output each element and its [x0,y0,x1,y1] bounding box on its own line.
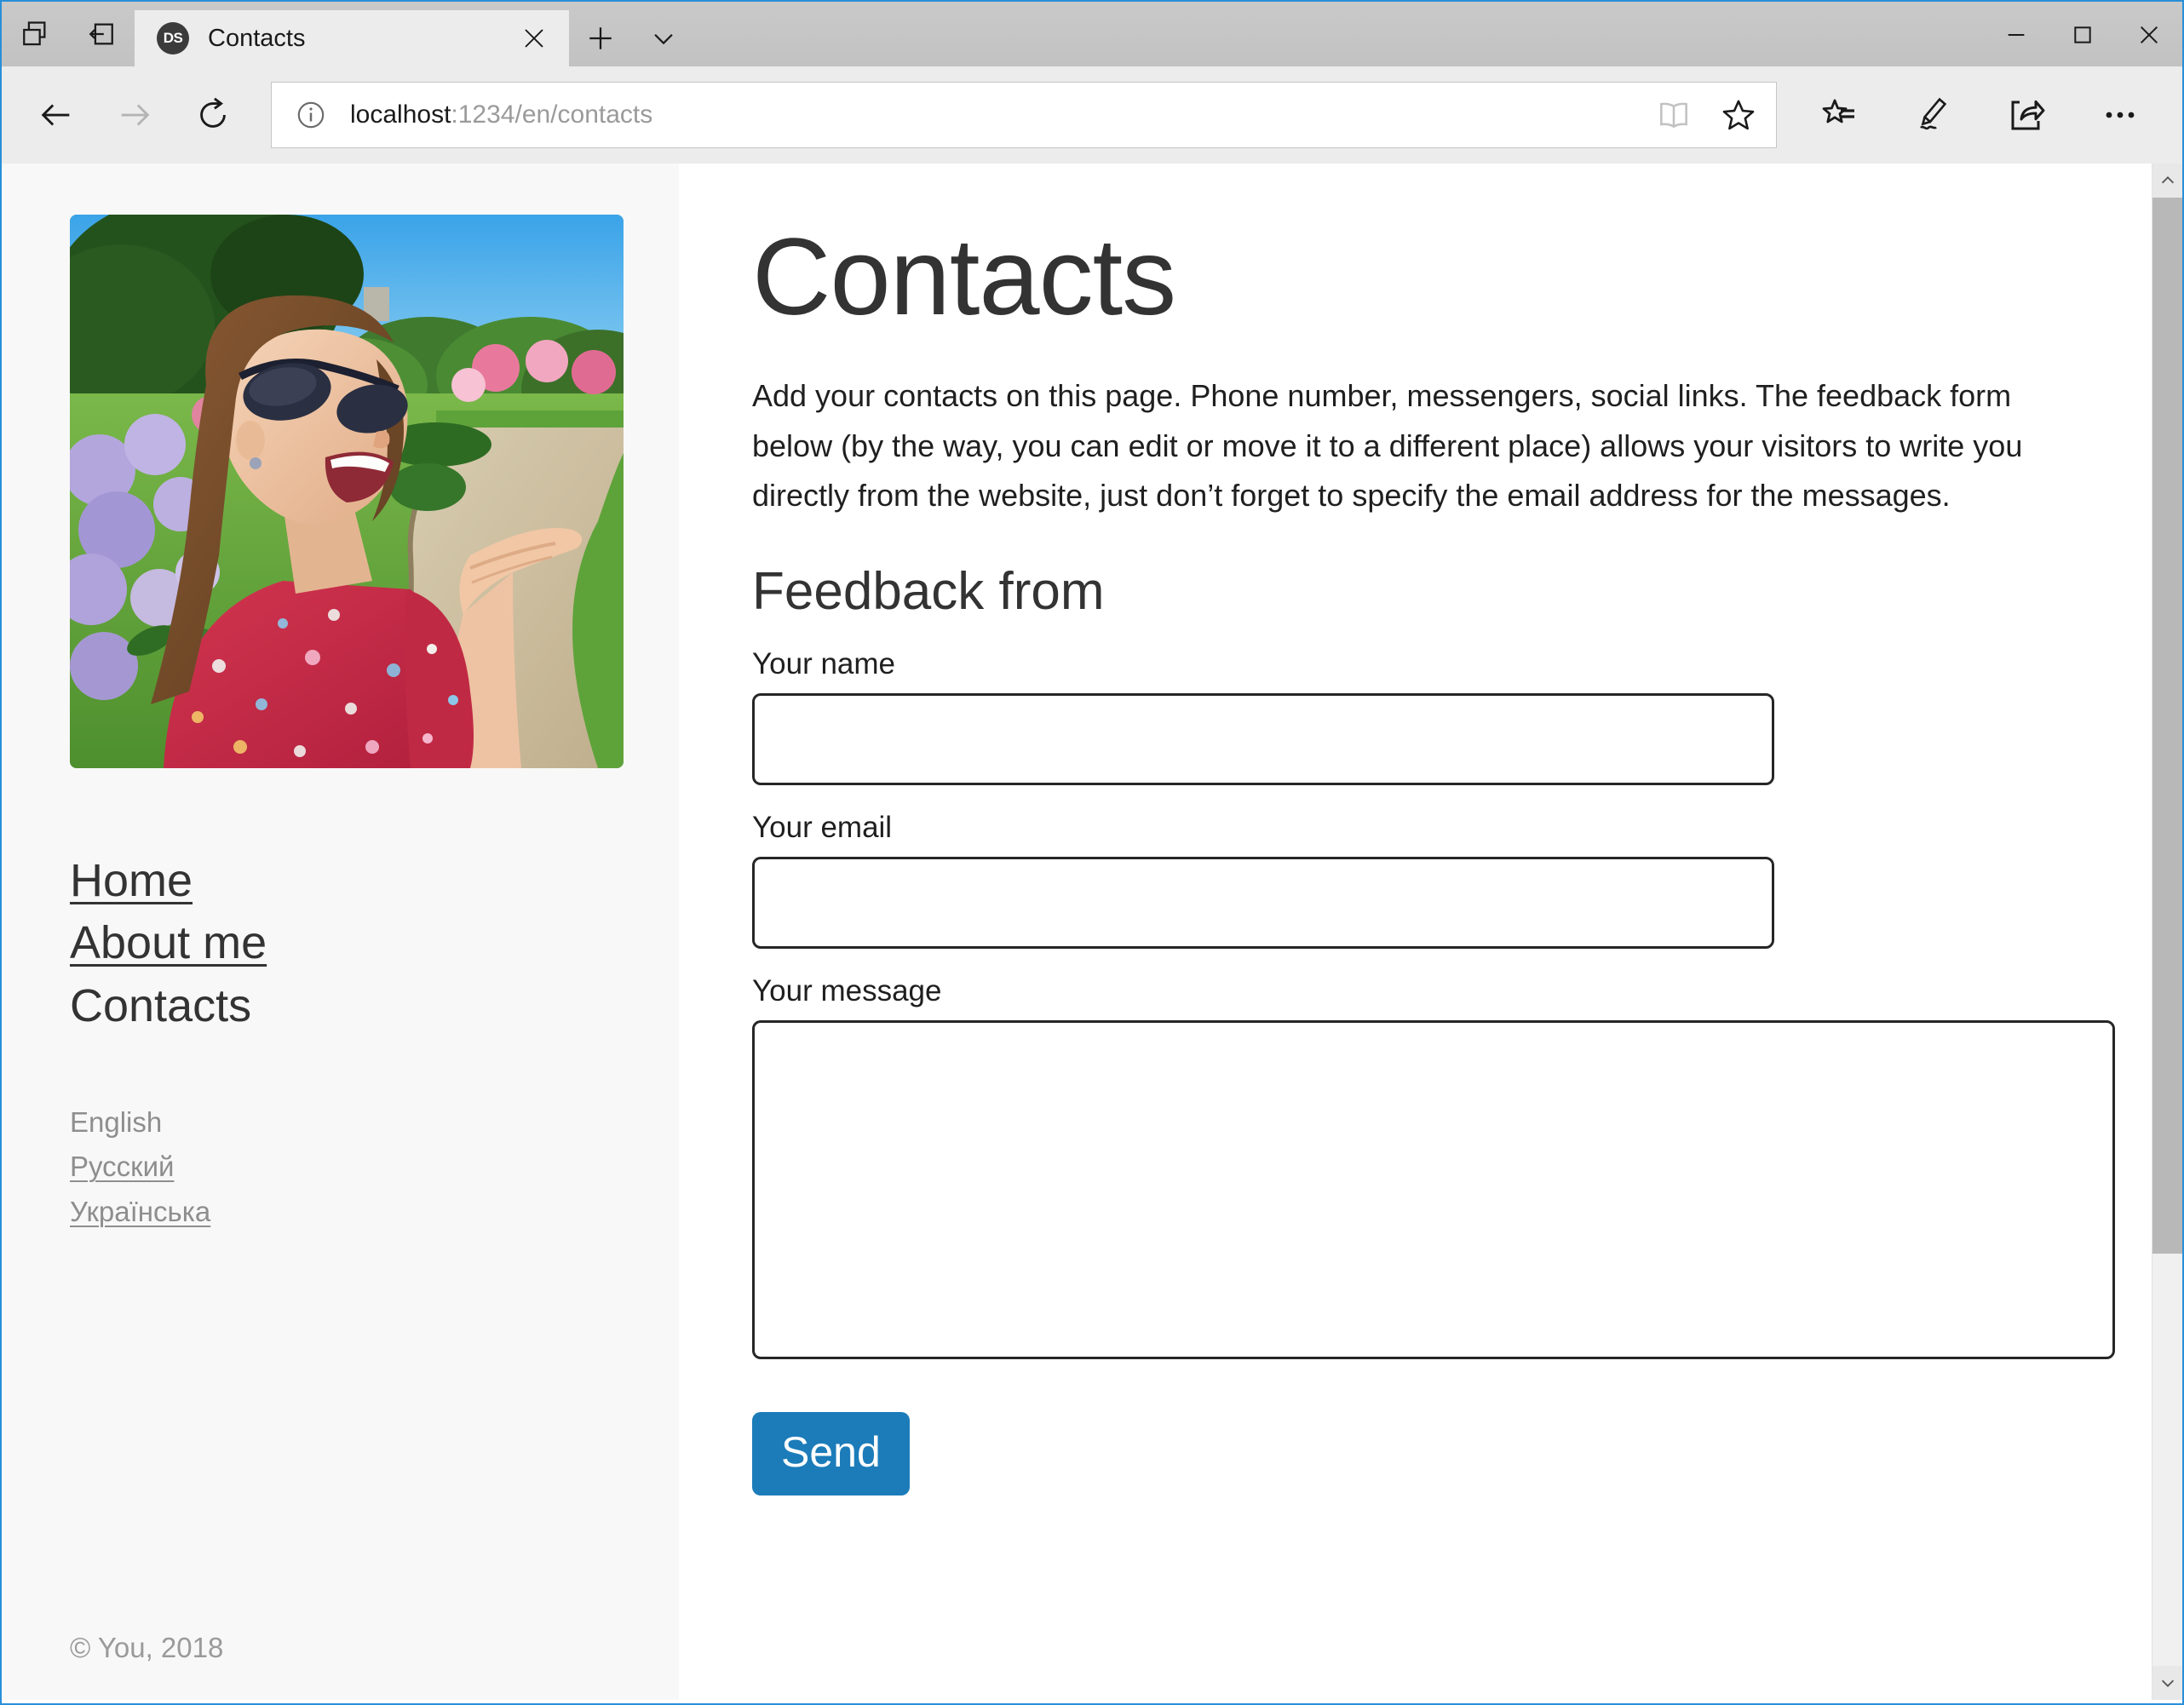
star-icon [1722,100,1755,130]
maximize-button[interactable] [2049,3,2116,66]
tabs-set-aside-button[interactable] [68,2,135,66]
minimize-icon [2008,34,2025,36]
chevron-up-icon [2161,176,2174,184]
tab-bar: DS Contacts [2,2,2182,66]
share-icon [2011,100,2045,130]
refresh-icon [200,97,226,128]
site-sidebar: Home About me Contacts English Русский У… [2,164,679,1700]
hub-button[interactable] [1792,76,1886,154]
url-host: localhost [350,100,451,129]
settings-button[interactable] [2073,76,2167,154]
email-input[interactable] [752,857,1774,950]
new-tab-button[interactable] [569,10,632,66]
close-icon [2140,26,2158,44]
hub-favorites-icon [1822,99,1854,123]
footer-copyright: © You, 2018 [70,1632,224,1663]
forward-button[interactable] [95,76,174,154]
field-your-email: Your email [752,811,2066,950]
add-favorite-button[interactable] [1706,83,1771,146]
label-your-email: Your email [752,811,893,845]
sidebar-item-home[interactable]: Home [70,850,193,912]
profile-photo-image [70,215,624,768]
sidebar-item-about-me[interactable]: About me [70,912,267,974]
scrollbar-thumb[interactable] [2152,198,2182,1254]
tab-close-button[interactable] [514,19,554,58]
browser-window: DS Contacts localhost:1234/en/contacts H… [0,0,2184,1705]
maximize-icon [2074,26,2091,43]
send-button[interactable]: Send [752,1412,910,1496]
name-input[interactable] [752,693,1774,786]
close-icon [525,29,543,48]
scroll-up-button[interactable] [2152,164,2182,198]
sidebar-item-contacts[interactable]: Contacts [70,975,251,1037]
chevron-down-icon [2161,1679,2174,1687]
message-input[interactable] [752,1020,2115,1360]
page-scrollbar[interactable] [2152,164,2182,1700]
pen-icon [1920,97,1947,130]
site-info-button[interactable] [294,98,328,132]
plus-icon [589,27,612,49]
forward-arrow-icon [121,104,150,126]
share-button[interactable] [1980,76,2073,154]
language-switcher: English Русский Українська [70,1100,679,1233]
close-window-button[interactable] [2116,3,2182,66]
tabs-set-aside-icon [89,23,113,45]
feedback-form: Your name Your email Your message Send [752,647,2115,1496]
intro-paragraph: Add your contacts on this page. Phone nu… [752,378,2023,514]
page-viewport: Home About me Contacts English Русский У… [2,164,2182,1700]
address-bar[interactable]: localhost:1234/en/contacts [271,82,1777,148]
url-display[interactable]: localhost:1234/en/contacts [328,100,1641,129]
show-tabs-aside-button[interactable] [2,2,68,66]
language-option-ukrainian[interactable]: Українська [70,1190,210,1234]
language-option-english[interactable]: English [70,1100,162,1145]
feedback-form-heading: Feedback from [752,562,1105,622]
tab-menu-button[interactable] [632,10,695,66]
page-title: Contacts [752,216,1176,338]
field-your-message: Your message [752,974,2115,1360]
web-note-button[interactable] [1886,76,1980,154]
label-your-name: Your name [752,647,895,681]
label-your-message: Your message [752,974,942,1008]
refresh-button[interactable] [174,76,252,154]
scroll-down-button[interactable] [2152,1666,2182,1700]
minimize-button[interactable] [1983,3,2049,66]
field-your-name: Your name [752,647,2066,786]
url-path: :1234/en/contacts [451,100,653,129]
profile-photo [70,215,624,768]
back-button[interactable] [17,76,95,154]
chevron-down-icon [654,33,673,45]
reading-view-button[interactable] [1641,83,1706,146]
navigation-toolbar: localhost:1234/en/contacts [2,66,2182,164]
main-content: Contacts Add your contacts on this page.… [679,164,2152,1700]
language-option-russian[interactable]: Русский [70,1145,174,1189]
browser-tab[interactable]: DS Contacts [135,10,569,66]
ellipsis-icon [2106,112,2135,118]
tab-title: Contacts [208,24,306,52]
back-arrow-icon [41,104,70,126]
tab-favicon: DS [157,22,189,55]
book-icon [1660,102,1687,129]
show-tabs-aside-icon [23,21,46,46]
info-icon [297,101,325,129]
tab-bar-drag-area [695,2,1983,66]
site-navigation: Home About me Contacts [70,850,679,1037]
